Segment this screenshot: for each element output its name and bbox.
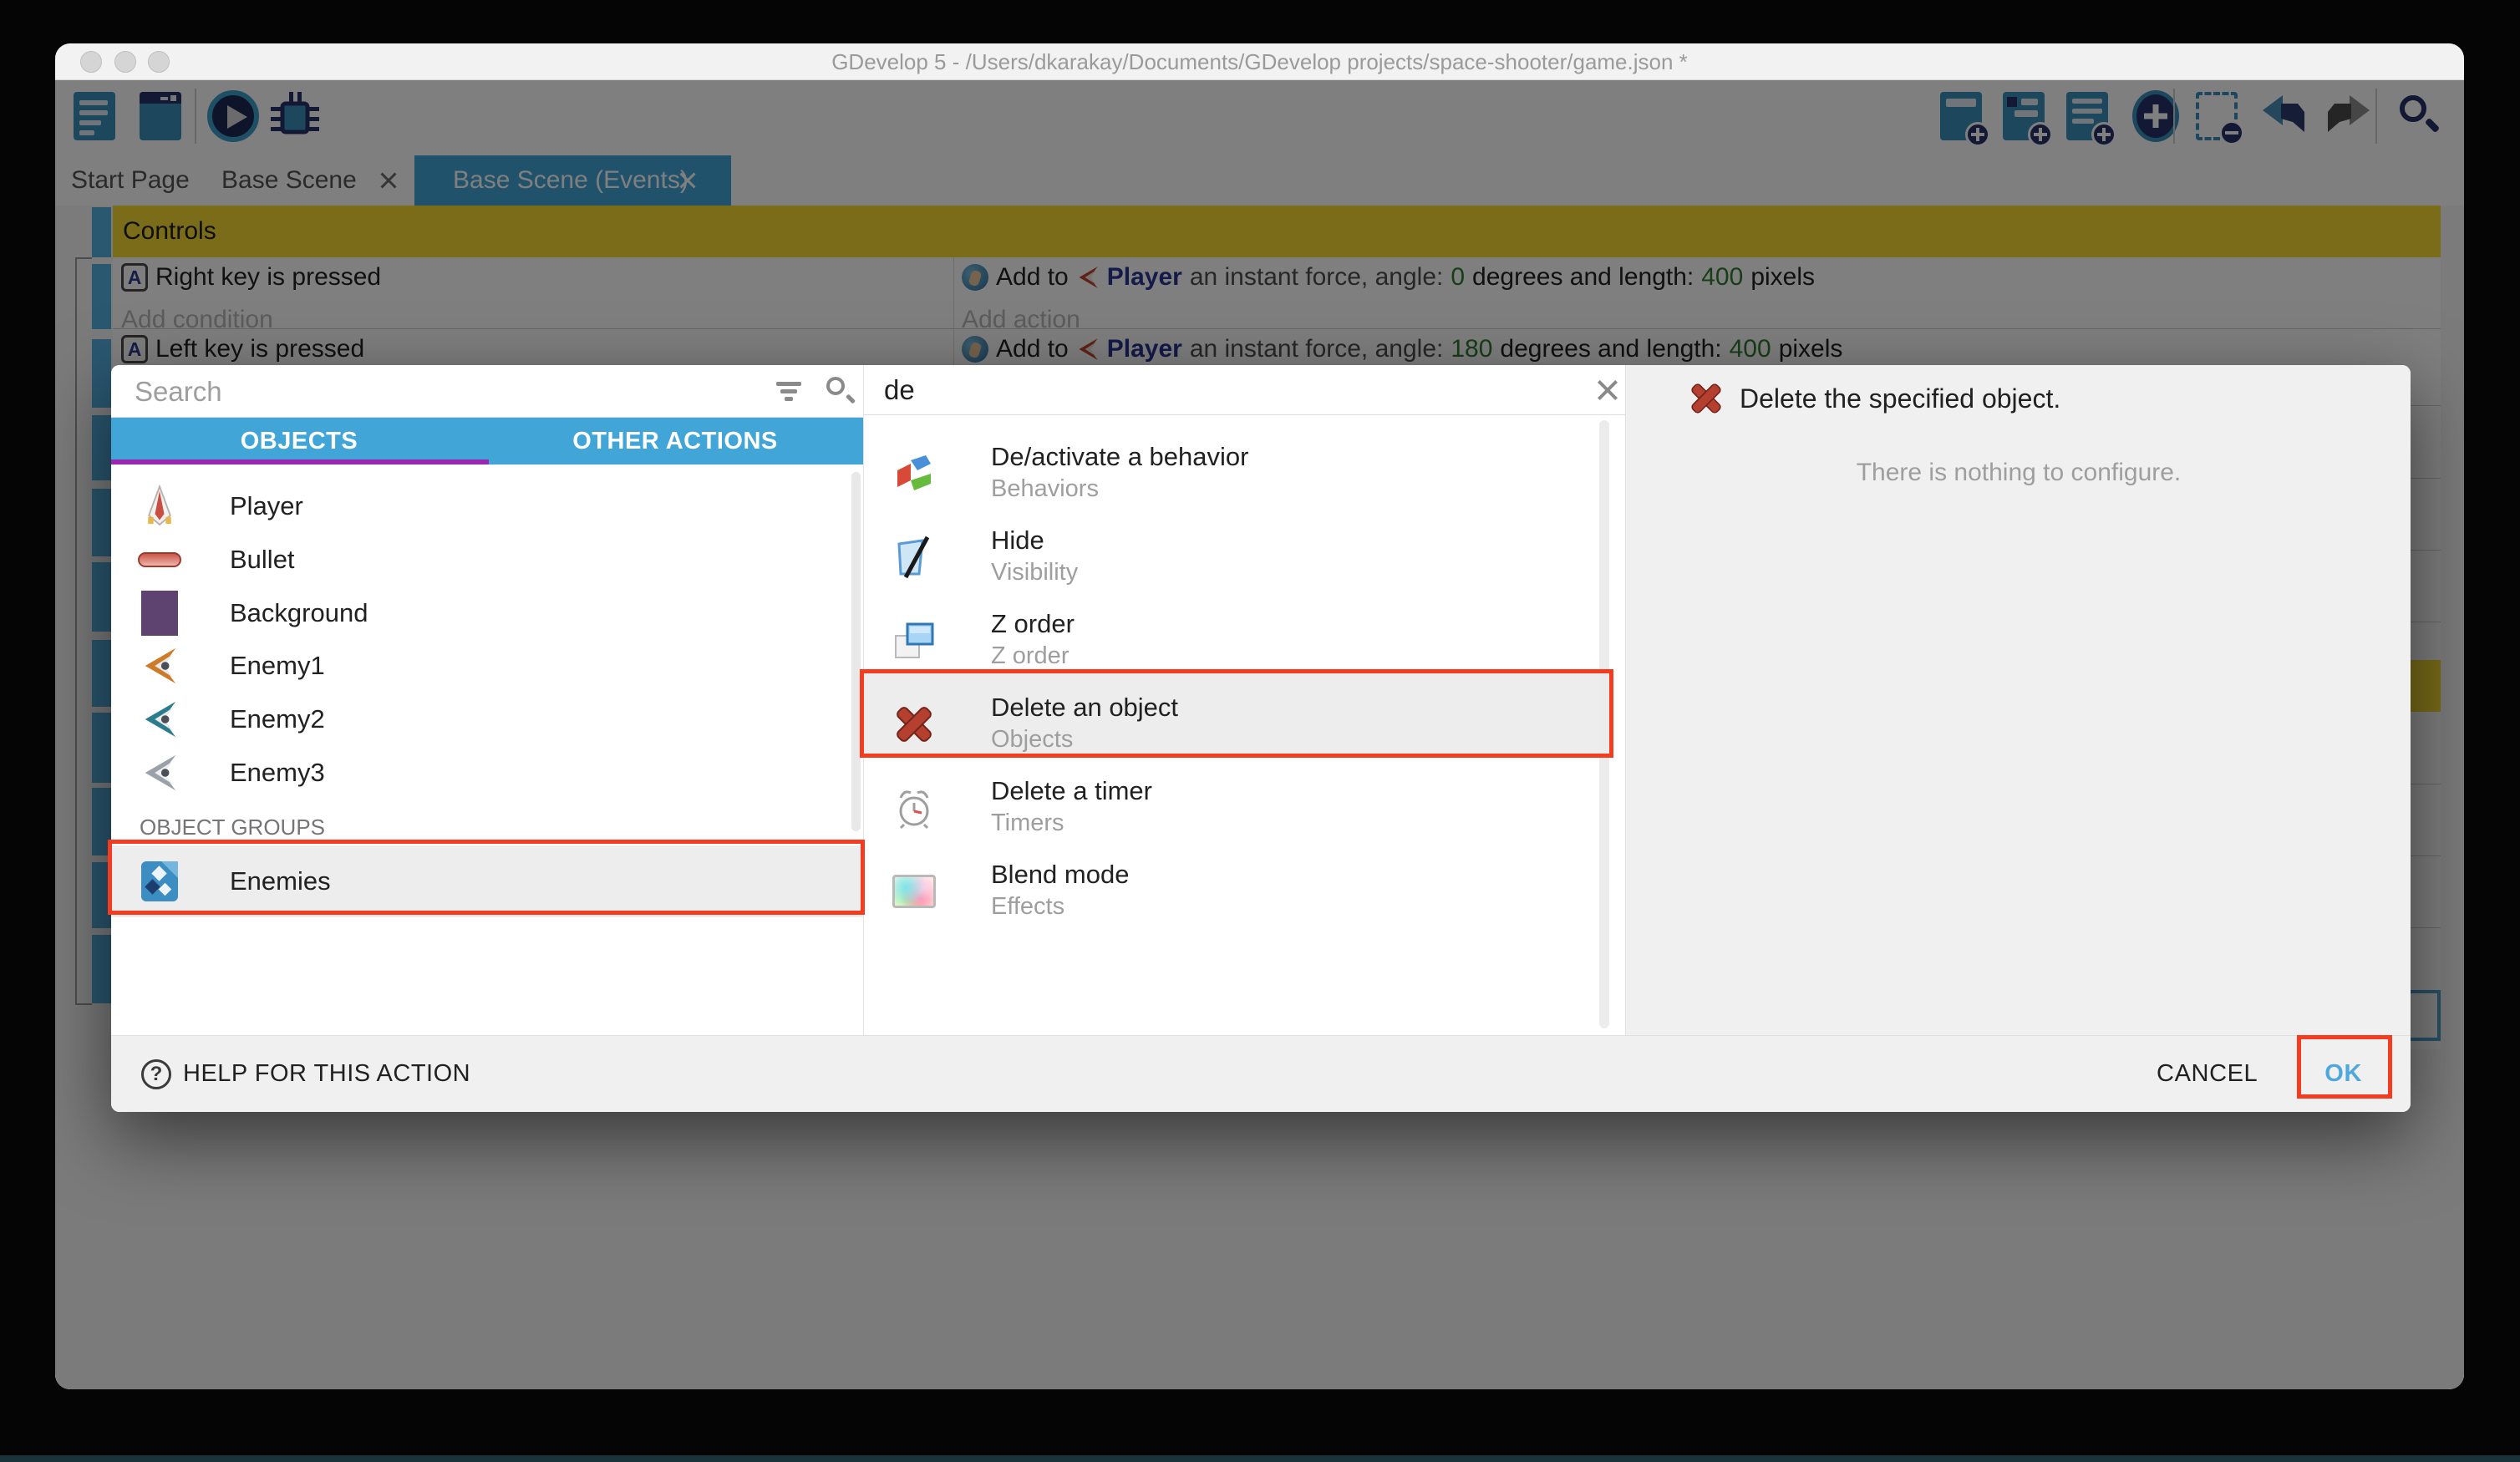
background-icon — [136, 590, 183, 637]
object-search-placeholder: Search — [135, 365, 222, 418]
screen: GDevelop 5 - /Users/dkarakay/Documents/G… — [0, 0, 2520, 1462]
objects-scrollbar[interactable] — [851, 472, 861, 831]
nothing-to-configure-text: There is nothing to configure. — [1626, 459, 2411, 487]
action-row-blend-mode[interactable]: Blend mode Effects — [864, 840, 1613, 923]
clear-search-icon[interactable] — [1593, 375, 1623, 405]
app-window: GDevelop 5 - /Users/dkarakay/Documents/G… — [55, 43, 2464, 1389]
object-groups-header: OBJECT GROUPS — [140, 815, 325, 840]
dialog-footer: ? HELP FOR THIS ACTION CANCEL OK — [111, 1035, 2411, 1112]
action-row-deactivate-behavior[interactable]: De/activate a behavior Behaviors — [864, 422, 1613, 505]
enemy2-ship-icon — [136, 696, 183, 743]
app-content: Start Page Base Scene Base Scene (Events… — [55, 80, 2464, 1389]
blend-mode-icon — [892, 870, 936, 913]
cancel-button[interactable]: CANCEL — [2133, 1048, 2281, 1099]
bullet-icon — [136, 536, 183, 583]
object-row-enemy1[interactable]: Enemy1 — [111, 639, 863, 693]
tab-other-actions[interactable]: OTHER ACTIONS — [487, 418, 863, 464]
action-search-value: de — [884, 365, 915, 415]
object-row-enemy2[interactable]: Enemy2 — [111, 693, 863, 746]
behavior-icon — [892, 452, 936, 495]
action-row-hide[interactable]: Hide Visibility — [864, 505, 1613, 589]
help-icon: ? — [141, 1059, 171, 1089]
object-search-field[interactable]: Search — [111, 365, 863, 418]
tab-objects[interactable]: OBJECTS — [111, 418, 487, 464]
objects-pane: Search OBJECTS OTHER ACTIONS — [111, 365, 863, 1035]
z-order-icon — [892, 619, 936, 662]
help-for-this-action-button[interactable]: ? HELP FOR THIS ACTION — [141, 1059, 470, 1089]
window-title: GDevelop 5 - /Users/dkarakay/Documents/G… — [55, 43, 2464, 80]
annotation-box-enemies — [108, 840, 865, 915]
search-icon[interactable] — [826, 377, 855, 407]
player-ship-icon — [136, 483, 183, 530]
action-search-field[interactable]: de — [864, 365, 1626, 415]
hide-icon — [892, 536, 936, 579]
title-bar: GDevelop 5 - /Users/dkarakay/Documents/G… — [55, 43, 2464, 80]
object-tabs: OBJECTS OTHER ACTIONS — [111, 418, 863, 464]
desktop-edge-glow — [0, 1455, 2520, 1462]
object-row-bullet[interactable]: Bullet — [111, 533, 863, 586]
action-detail-header: Delete the specified object. — [1688, 380, 2060, 417]
enemy3-ship-icon — [136, 749, 183, 796]
action-detail-title: Delete the specified object. — [1740, 383, 2060, 414]
object-row-enemy3[interactable]: Enemy3 — [111, 746, 863, 800]
object-row-background[interactable]: Background — [111, 586, 863, 640]
annotation-box-delete-object — [860, 669, 1613, 758]
active-tab-indicator — [111, 459, 489, 464]
filter-icon[interactable] — [776, 380, 801, 404]
timer-icon — [892, 786, 936, 830]
action-detail-pane: Delete the specified object. There is no… — [1625, 365, 2411, 1035]
object-row-player[interactable]: Player — [111, 480, 863, 533]
action-row-delete-timer[interactable]: Delete a timer Timers — [864, 756, 1613, 840]
annotation-box-ok — [2297, 1035, 2392, 1099]
delete-object-icon — [1688, 380, 1725, 417]
action-row-z-order[interactable]: Z order Z order — [864, 589, 1613, 673]
enemy1-ship-icon — [136, 642, 183, 689]
